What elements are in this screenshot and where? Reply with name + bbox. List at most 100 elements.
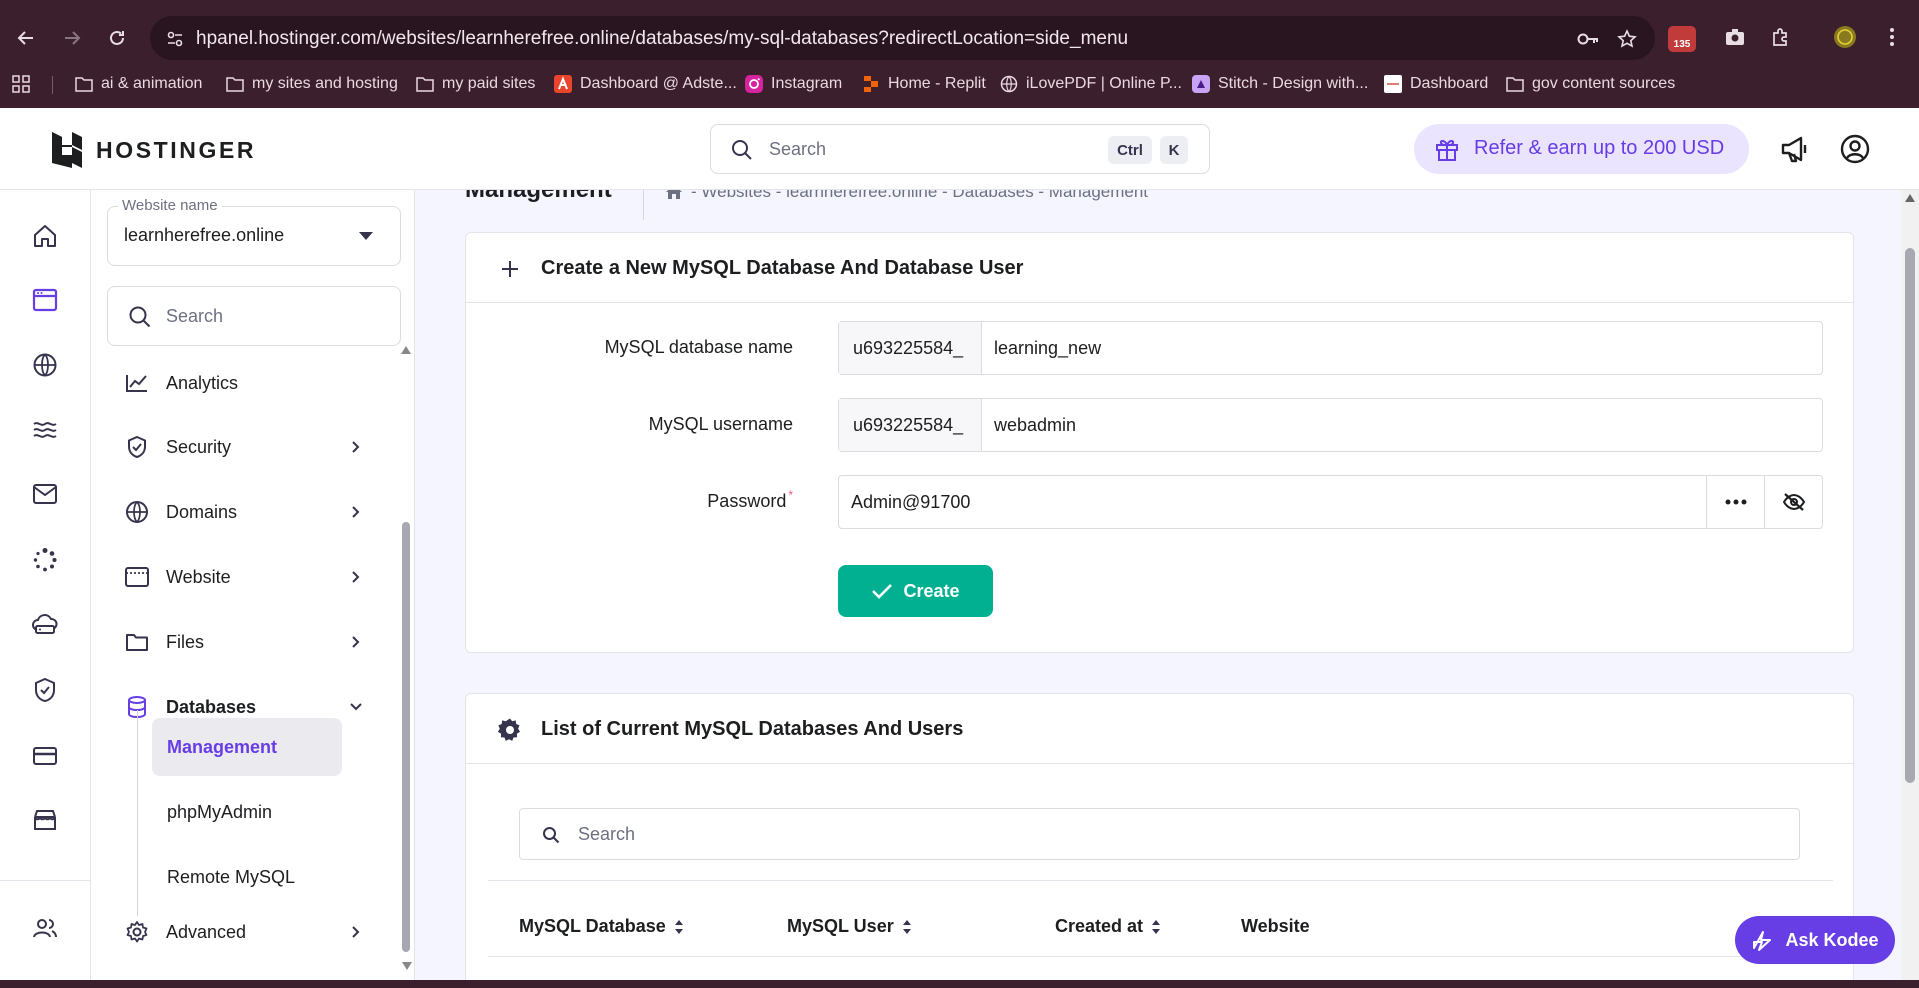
column-label: MySQL Database xyxy=(519,916,666,936)
column-mysql-user[interactable]: MySQL User xyxy=(787,916,912,937)
icon-rail xyxy=(0,190,91,980)
bookmark-my-sites[interactable]: my sites and hosting xyxy=(226,72,398,96)
global-search[interactable]: Search Ctrl K xyxy=(710,124,1210,174)
sidebar-item-advanced[interactable]: Advanced xyxy=(91,907,391,957)
megaphone-icon[interactable] xyxy=(1778,132,1812,166)
hostinger-logo-icon xyxy=(52,132,82,168)
password-key-icon[interactable] xyxy=(1575,26,1601,52)
camera-extension-icon[interactable] xyxy=(1720,22,1750,52)
email-icon[interactable] xyxy=(25,474,65,514)
bookmark-stitch[interactable]: Stitch - Design with... xyxy=(1192,72,1368,96)
database-search[interactable]: Search xyxy=(519,808,1800,860)
home-icon[interactable] xyxy=(25,216,65,256)
site-settings-icon[interactable] xyxy=(162,26,188,52)
bookmark-instagram[interactable]: Instagram xyxy=(745,72,842,96)
database-list-card: List of Current MySQL Databases And User… xyxy=(465,693,1854,980)
bookmark-ai-animation[interactable]: ai & animation xyxy=(75,72,202,96)
refer-button[interactable]: Refer & earn up to 200 USD xyxy=(1414,124,1749,174)
browser-chrome: hpanel.hostinger.com/websites/learnheref… xyxy=(0,0,1919,108)
home-icon[interactable] xyxy=(665,190,683,200)
cloud-hosting-icon[interactable] xyxy=(25,604,65,644)
scroll-up-arrow-icon[interactable] xyxy=(401,346,411,354)
password-field[interactable]: Admin@91700 xyxy=(838,475,1823,529)
breadcrumb-path[interactable]: - Websites - learnherefree.online - Data… xyxy=(691,190,1148,202)
website-selector-value: learnherefree.online xyxy=(124,225,285,245)
sidebar-item-files[interactable]: Files xyxy=(91,617,391,667)
column-label: Website xyxy=(1241,916,1310,936)
bookmark-replit[interactable]: Home - Replit xyxy=(862,72,986,96)
create-button[interactable]: Create xyxy=(838,565,993,617)
profile-avatar-icon[interactable] xyxy=(1830,22,1860,52)
bookmark-my-paid-sites[interactable]: my paid sites xyxy=(416,72,535,96)
sidebar-search[interactable]: Search xyxy=(107,286,401,346)
table-header-border xyxy=(488,956,1833,957)
users-icon[interactable] xyxy=(25,908,65,948)
search-icon xyxy=(129,306,151,328)
website-selector[interactable]: Website name learnherefree.online xyxy=(107,197,401,266)
bookmark-gov-content[interactable]: gov content sources xyxy=(1506,72,1675,96)
url-text[interactable]: hpanel.hostinger.com/websites/learnheref… xyxy=(196,28,1128,50)
database-search-placeholder: Search xyxy=(578,824,636,844)
list-card-header: List of Current MySQL Databases And User… xyxy=(466,694,1853,764)
sidebar-item-label: Security xyxy=(166,436,232,457)
page-scroll-up-icon[interactable] xyxy=(1905,194,1915,202)
extensions-puzzle-icon[interactable] xyxy=(1766,22,1796,52)
vps-loader-icon[interactable] xyxy=(25,540,65,580)
column-mysql-database[interactable]: MySQL Database xyxy=(519,916,684,937)
reload-icon[interactable] xyxy=(101,22,133,54)
sidebar-subitem-phpmyadmin[interactable]: phpMyAdmin xyxy=(152,783,342,841)
bookmark-label: Stitch - Design with... xyxy=(1218,75,1369,92)
extension-badge[interactable]: 135 xyxy=(1668,26,1696,52)
generate-password-button[interactable] xyxy=(1706,476,1764,528)
bookmark-label: iLovePDF | Online P... xyxy=(1026,75,1182,92)
account-icon[interactable] xyxy=(1838,132,1872,166)
dashboard-favicon xyxy=(1384,75,1402,93)
username-field[interactable]: u693225584_ webadmin xyxy=(838,398,1823,452)
billing-card-icon[interactable] xyxy=(25,736,65,776)
horizons-icon[interactable] xyxy=(25,410,65,450)
domains-globe-icon[interactable] xyxy=(25,345,65,385)
sidebar-item-analytics[interactable]: Analytics xyxy=(91,358,391,408)
bookmark-adsterra[interactable]: Dashboard @ Adste... xyxy=(554,72,737,96)
column-created-at[interactable]: Created at xyxy=(1055,916,1161,937)
sidebar-subitem-management[interactable]: Management xyxy=(152,718,342,776)
side-menu: Website name learnherefree.online Search… xyxy=(91,190,415,980)
app-header: HOSTINGER Search Ctrl K Refer & earn up … xyxy=(0,108,1919,190)
chevron-right-icon xyxy=(346,567,366,587)
bookmark-dashboard[interactable]: Dashboard xyxy=(1384,72,1488,96)
forward-icon[interactable] xyxy=(56,22,88,54)
apps-grid-icon[interactable] xyxy=(12,72,30,96)
websites-icon[interactable] xyxy=(25,280,65,320)
page-scrollbar-thumb[interactable] xyxy=(1905,248,1915,783)
address-bar[interactable]: hpanel.hostinger.com/websites/learnheref… xyxy=(150,16,1655,60)
ask-kodee-button[interactable]: Ask Kodee xyxy=(1735,916,1895,964)
logo-text: HOSTINGER xyxy=(96,136,257,163)
security-shield-icon[interactable] xyxy=(25,670,65,710)
sidebar-item-website[interactable]: Website xyxy=(91,552,391,602)
side-menu-scrollbar-thumb[interactable] xyxy=(402,522,410,952)
toggle-password-button[interactable] xyxy=(1764,476,1822,528)
sidebar-item-domains[interactable]: Domains xyxy=(91,487,391,537)
db-name-field[interactable]: u693225584_ learning_new xyxy=(838,321,1823,375)
page-scrollbar[interactable] xyxy=(1901,190,1919,980)
db-name-input[interactable]: learning_new xyxy=(982,322,1101,374)
search-icon xyxy=(543,827,560,844)
submenu-line xyxy=(137,710,138,916)
back-icon[interactable] xyxy=(10,22,42,54)
hostinger-logo[interactable]: HOSTINGER xyxy=(50,130,256,170)
create-button-label: Create xyxy=(903,580,960,601)
sidebar-subitem-remote-mysql[interactable]: Remote MySQL xyxy=(152,848,342,906)
sort-icon xyxy=(902,919,911,934)
chrome-menu-icon[interactable] xyxy=(1877,22,1907,52)
sidebar-item-security[interactable]: Security xyxy=(91,422,391,472)
password-input[interactable]: Admin@91700 xyxy=(839,476,970,528)
bookmark-star-icon[interactable] xyxy=(1614,26,1640,52)
bookmark-label: my paid sites xyxy=(442,75,536,92)
side-menu-scrollbar[interactable] xyxy=(401,338,411,952)
username-label: MySQL username xyxy=(648,414,793,434)
kodee-sparkle-icon xyxy=(1753,931,1772,951)
scroll-down-arrow-icon[interactable] xyxy=(402,962,412,970)
username-input[interactable]: webadmin xyxy=(982,399,1076,451)
store-icon[interactable] xyxy=(25,800,65,840)
bookmark-ilovepdf[interactable]: iLovePDF | Online P... xyxy=(1000,72,1182,96)
